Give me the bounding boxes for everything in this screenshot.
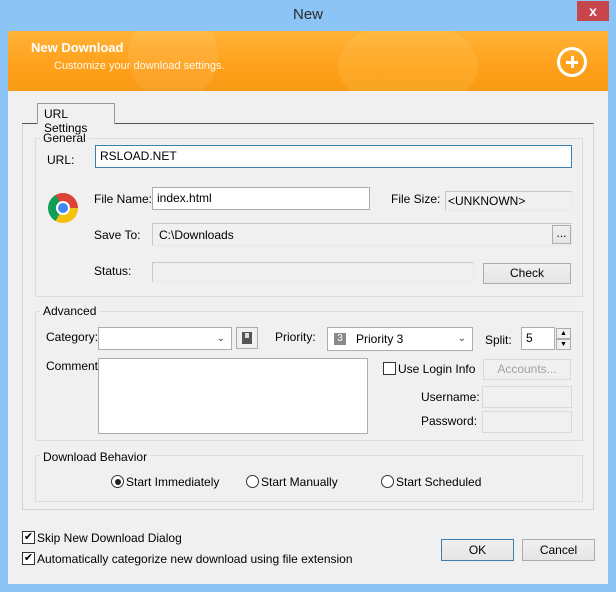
url-input[interactable]: RSLOAD.NET <box>95 145 572 168</box>
comment-textarea[interactable] <box>98 358 368 434</box>
save-to-label: Save To: <box>94 228 141 242</box>
split-increment-button[interactable]: ▲ <box>556 328 571 339</box>
plus-circle-icon <box>557 47 587 77</box>
status-field <box>152 262 474 282</box>
arrow-down-icon: ▼ <box>560 341 567 348</box>
username-input[interactable] <box>482 386 572 408</box>
tab-divider <box>22 123 37 124</box>
tab-label: URL Settings <box>44 107 88 135</box>
priority-badge-icon: 3 <box>334 333 346 345</box>
ok-button[interactable]: OK <box>441 539 514 561</box>
download-behavior-label: Download Behavior <box>40 450 151 464</box>
start-scheduled-label[interactable]: Start Scheduled <box>396 475 481 489</box>
file-size-value: <UNKNOWN> <box>445 191 572 211</box>
browse-button[interactable]: ... <box>552 225 571 244</box>
comment-label: Comment: <box>46 359 102 373</box>
chevron-down-icon: ⌄ <box>457 333 466 344</box>
category-label: Category: <box>46 330 99 344</box>
banner-title: New Download <box>31 40 124 55</box>
arrow-up-icon: ▲ <box>560 330 567 337</box>
advanced-group-label: Advanced <box>40 304 100 318</box>
split-input[interactable]: 5 <box>521 327 555 350</box>
window-title: New <box>292 6 323 23</box>
tab-url-settings[interactable]: URL Settings <box>37 103 115 135</box>
file-name-label: File Name: <box>94 192 153 206</box>
use-login-checkbox[interactable] <box>383 362 396 375</box>
skip-dialog-checkbox[interactable]: ✔ <box>22 531 35 544</box>
close-icon: x <box>589 3 597 19</box>
cancel-button[interactable]: Cancel <box>522 539 595 561</box>
start-immediately-label[interactable]: Start Immediately <box>126 475 219 489</box>
start-scheduled-radio[interactable] <box>381 475 394 488</box>
close-button[interactable]: x <box>577 1 609 21</box>
skip-dialog-label[interactable]: Skip New Download Dialog <box>37 531 182 545</box>
split-decrement-button[interactable]: ▼ <box>556 339 571 350</box>
priority-value: Priority 3 <box>356 332 404 346</box>
chrome-icon <box>48 193 78 223</box>
checkmark-icon: ✔ <box>23 552 34 564</box>
category-manager-icon[interactable] <box>236 327 258 349</box>
username-label: Username: <box>421 390 480 404</box>
accounts-button[interactable]: Accounts... <box>483 359 571 380</box>
check-button[interactable]: Check <box>483 263 571 284</box>
password-label: Password: <box>421 414 478 428</box>
category-select[interactable]: ⌄ <box>98 327 232 350</box>
start-immediately-radio[interactable] <box>111 475 124 488</box>
url-label: URL: <box>47 153 75 167</box>
priority-label: Priority: <box>275 330 316 344</box>
split-label: Split: <box>485 333 512 347</box>
start-manually-label[interactable]: Start Manually <box>261 475 338 489</box>
status-label: Status: <box>94 264 132 278</box>
save-to-input[interactable]: C:\Downloads <box>152 223 572 246</box>
priority-select[interactable]: 3 Priority 3 ⌄ <box>327 327 473 351</box>
start-manually-radio[interactable] <box>246 475 259 488</box>
auto-categorize-checkbox[interactable]: ✔ <box>22 552 35 565</box>
file-name-input[interactable]: index.html <box>152 187 370 210</box>
checkmark-icon: ✔ <box>23 531 34 543</box>
banner-subtitle: Customize your download settings. <box>54 60 225 72</box>
file-size-label: File Size: <box>391 192 441 206</box>
auto-categorize-label[interactable]: Automatically categorize new download us… <box>37 552 353 566</box>
use-login-label[interactable]: Use Login Info <box>398 362 475 376</box>
chevron-down-icon: ⌄ <box>216 333 225 344</box>
password-input[interactable] <box>482 411 572 433</box>
